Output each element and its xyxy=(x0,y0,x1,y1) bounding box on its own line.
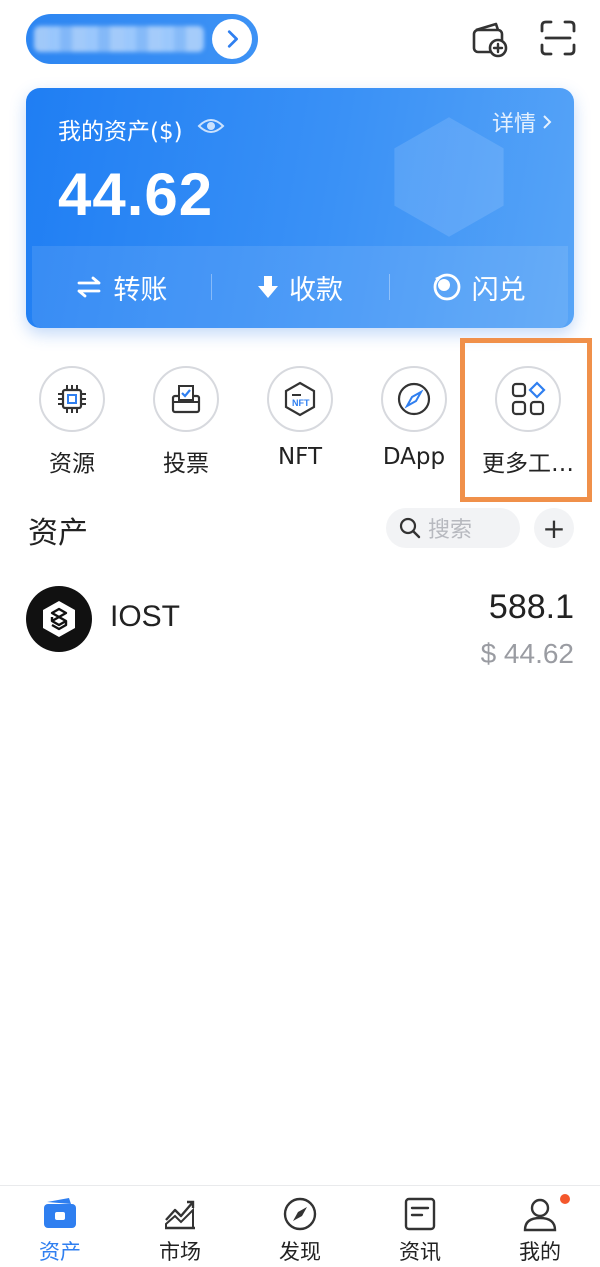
total-asset-amount: 44.62 xyxy=(58,161,214,228)
token-value: $ 44.62 xyxy=(480,638,574,669)
svg-text:NFT: NFT xyxy=(292,398,310,408)
tool-more[interactable]: 更多工… xyxy=(472,366,584,478)
top-bar xyxy=(26,14,580,66)
wallet-add-icon[interactable] xyxy=(470,18,510,58)
notification-dot xyxy=(560,1194,570,1204)
search-input[interactable]: 搜索 xyxy=(386,508,520,548)
bottom-nav: 资产 市场 发现 资讯 我的 xyxy=(0,1185,600,1267)
swap-button[interactable]: 闪兑 xyxy=(389,246,568,328)
nav-label: 资产 xyxy=(39,1240,81,1264)
receive-button[interactable]: 收款 xyxy=(210,246,390,328)
tool-resource[interactable]: 资源 xyxy=(16,366,128,478)
wallet-name-redacted xyxy=(34,26,204,52)
user-icon xyxy=(523,1198,557,1232)
token-amount: 588.1 xyxy=(488,588,574,626)
token-row[interactable]: IOST 588.1 $ 44.62 xyxy=(26,580,574,672)
nav-label: 市场 xyxy=(159,1240,201,1264)
iost-logo-icon xyxy=(26,586,92,652)
chart-trend-icon xyxy=(165,1200,195,1230)
nav-assets[interactable]: 资产 xyxy=(0,1186,120,1267)
search-icon xyxy=(399,517,421,539)
wallet-icon xyxy=(44,1198,76,1228)
transfer-icon xyxy=(77,276,101,298)
detail-link[interactable]: 详情 xyxy=(492,106,552,138)
assets-header: 资产 搜索 + xyxy=(28,506,574,551)
nav-label: 我的 xyxy=(519,1240,561,1264)
tool-label: DApp xyxy=(382,444,446,470)
tool-dapp[interactable]: DApp xyxy=(358,366,470,470)
tool-nft[interactable]: NFT NFT xyxy=(244,366,356,470)
tool-label: 资源 xyxy=(49,451,95,477)
swap-label: 闪兑 xyxy=(471,274,526,306)
compass-icon xyxy=(283,1197,317,1231)
swap-icon xyxy=(433,273,461,301)
assets-title: 资产 xyxy=(28,516,88,551)
chip-icon xyxy=(39,366,105,432)
grid-icon xyxy=(495,366,561,432)
transfer-label: 转账 xyxy=(113,274,168,306)
compass-icon xyxy=(381,366,447,432)
tool-label: NFT xyxy=(277,444,323,470)
asset-card: 我的资产($) 详情 44.62 转账 收款 闪兑 xyxy=(26,88,574,328)
eye-icon[interactable] xyxy=(197,116,225,142)
wallet-selector[interactable] xyxy=(26,14,258,64)
nav-profile[interactable]: 我的 xyxy=(480,1186,600,1267)
chevron-right-icon xyxy=(212,19,252,59)
card-actions: 转账 收款 闪兑 xyxy=(32,246,568,328)
nav-news[interactable]: 资讯 xyxy=(360,1186,480,1267)
nav-market[interactable]: 市场 xyxy=(120,1186,240,1267)
news-icon xyxy=(404,1197,436,1231)
search-placeholder: 搜索 xyxy=(428,518,473,543)
receive-icon xyxy=(258,276,278,298)
detail-text: 详情 xyxy=(491,112,536,137)
ballot-box-icon xyxy=(153,366,219,432)
nav-label: 发现 xyxy=(279,1240,321,1264)
asset-label: 我的资产($) xyxy=(58,112,225,146)
tool-label: 投票 xyxy=(163,451,209,477)
nav-label: 资讯 xyxy=(399,1240,441,1264)
scan-icon[interactable] xyxy=(538,18,578,58)
add-token-button[interactable]: + xyxy=(534,508,574,548)
chevron-right-icon xyxy=(543,115,552,129)
transfer-button[interactable]: 转账 xyxy=(32,246,211,328)
receive-label: 收款 xyxy=(289,274,343,306)
token-name: IOST xyxy=(110,600,181,633)
nft-icon: NFT xyxy=(267,366,333,432)
tool-vote[interactable]: 投票 xyxy=(130,366,242,478)
nav-discover[interactable]: 发现 xyxy=(240,1186,360,1267)
asset-label-text: 我的资产($) xyxy=(58,119,183,145)
tool-label: 更多工… xyxy=(482,451,574,477)
tools-row: 资源 投票 NFT NFT DApp 更多工… xyxy=(16,366,584,486)
